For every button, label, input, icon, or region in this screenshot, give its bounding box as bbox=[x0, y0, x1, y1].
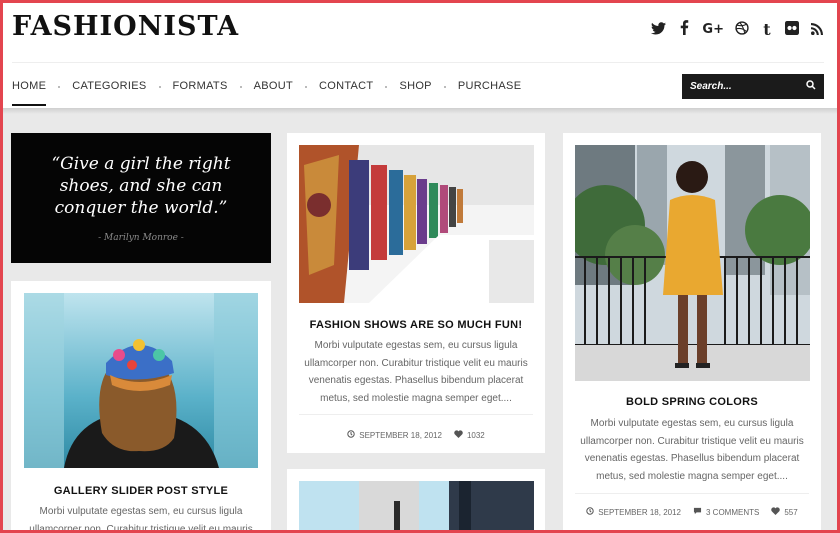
post-likes-count: 557 bbox=[784, 507, 798, 517]
post-image-partial[interactable] bbox=[299, 481, 534, 533]
social-links: G+ t bbox=[651, 20, 824, 39]
post-date: SEPTEMBER 18, 2012 bbox=[347, 430, 442, 440]
search-box[interactable]: Search... bbox=[682, 74, 824, 99]
nav-separator bbox=[443, 86, 446, 88]
clock-icon bbox=[347, 430, 355, 440]
dribbble-icon[interactable] bbox=[735, 20, 749, 39]
nav-about[interactable]: ABOUT bbox=[254, 80, 293, 106]
flickr-icon[interactable] bbox=[785, 20, 799, 39]
post-likes-count: 1032 bbox=[466, 430, 485, 440]
twitter-icon[interactable] bbox=[651, 21, 667, 39]
heart-icon bbox=[771, 507, 781, 517]
nav-purchase[interactable]: PURCHASE bbox=[458, 80, 522, 106]
quote-author: - Marilyn Monroe - bbox=[98, 233, 184, 243]
post-title[interactable]: FASHION SHOWS ARE SO MUCH FUN! bbox=[287, 319, 545, 331]
site-logo[interactable]: FASHIONISTA bbox=[12, 11, 239, 42]
post-date-text: SEPTEMBER 18, 2012 bbox=[359, 430, 442, 440]
post-image-spring-colors[interactable] bbox=[575, 145, 810, 381]
nav-separator bbox=[239, 86, 242, 88]
post-likes[interactable]: 1032 bbox=[454, 430, 485, 440]
search-input[interactable]: Search... bbox=[690, 81, 806, 92]
post-meta: SEPTEMBER 18, 2012 3 COMMENTS 557 bbox=[563, 507, 821, 517]
nav-categories[interactable]: CATEGORIES bbox=[72, 80, 146, 106]
post-date-text: SEPTEMBER 18, 2012 bbox=[598, 507, 681, 517]
post-divider bbox=[299, 414, 533, 415]
post-meta: SEPTEMBER 18, 2012 1032 bbox=[287, 430, 545, 440]
header-divider bbox=[12, 62, 824, 63]
site-header: FASHIONISTA G+ t HOME CATEGORIES FORMATS… bbox=[0, 0, 840, 108]
post-likes[interactable]: 557 bbox=[771, 507, 798, 517]
rss-icon[interactable] bbox=[810, 21, 824, 39]
nav-formats[interactable]: FORMATS bbox=[173, 80, 228, 106]
clock-icon bbox=[586, 507, 594, 517]
tumblr-icon[interactable]: t bbox=[760, 20, 774, 39]
post-excerpt: Morbi vulputate egestas sem, eu cursus l… bbox=[580, 418, 804, 482]
google-plus-icon[interactable]: G+ bbox=[702, 22, 724, 37]
nav-separator bbox=[58, 86, 61, 88]
nav-separator bbox=[158, 86, 161, 88]
post-image-fashion-shows[interactable] bbox=[299, 145, 534, 303]
nav-separator bbox=[385, 86, 388, 88]
post-excerpt: Morbi vulputate egestas sem, eu cursus l… bbox=[304, 340, 528, 404]
post-divider bbox=[575, 493, 809, 494]
quote-card[interactable]: “Give a girl the right shoes, and she ca… bbox=[11, 133, 271, 263]
post-card-spring-colors: BOLD SPRING COLORS Morbi vulputate egest… bbox=[563, 133, 821, 533]
post-comments-count: 3 COMMENTS bbox=[706, 507, 760, 517]
header-shadow bbox=[0, 108, 840, 114]
post-card-gallery: GALLERY SLIDER POST STYLE Morbi vulputat… bbox=[11, 281, 271, 533]
main-nav: HOME CATEGORIES FORMATS ABOUT CONTACT SH… bbox=[12, 80, 521, 106]
post-comments[interactable]: 3 COMMENTS bbox=[693, 507, 759, 517]
facebook-icon[interactable] bbox=[677, 20, 691, 39]
post-title[interactable]: BOLD SPRING COLORS bbox=[563, 396, 821, 408]
post-title[interactable]: GALLERY SLIDER POST STYLE bbox=[11, 485, 271, 497]
nav-separator bbox=[304, 86, 307, 88]
quote-text: “Give a girl the right shoes, and she ca… bbox=[51, 154, 231, 218]
post-excerpt: Morbi vulputate egestas sem, eu cursus l… bbox=[29, 506, 253, 533]
nav-contact[interactable]: CONTACT bbox=[319, 80, 373, 106]
search-icon[interactable] bbox=[806, 80, 816, 93]
post-card-partial bbox=[287, 469, 545, 533]
comment-icon bbox=[693, 507, 702, 517]
post-date: SEPTEMBER 18, 2012 bbox=[586, 507, 681, 517]
nav-home[interactable]: HOME bbox=[12, 80, 47, 106]
post-card-fashion-shows: FASHION SHOWS ARE SO MUCH FUN! Morbi vul… bbox=[287, 133, 545, 453]
nav-shop[interactable]: SHOP bbox=[399, 80, 431, 106]
heart-icon bbox=[454, 430, 463, 440]
post-image-gallery[interactable] bbox=[24, 293, 258, 468]
